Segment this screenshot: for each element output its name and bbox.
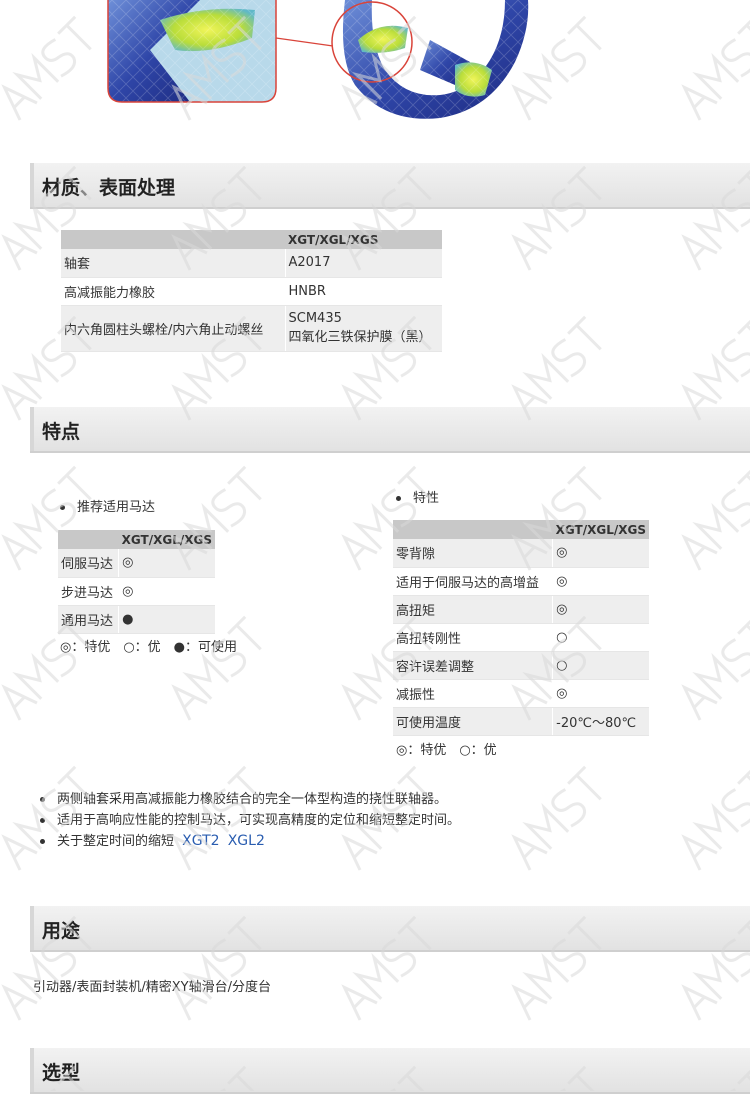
table-row: 轴套 A2017 [61, 249, 442, 278]
materials-table: XGT/XGL/XGS 轴套 A2017 高减振能力橡胶 HNBR 内六角圆柱头… [61, 230, 442, 352]
table-cell: 伺服马达 [58, 549, 120, 578]
bullet-properties: 特性 [396, 487, 439, 506]
table-cell: ◎ [552, 567, 649, 596]
table-row: 适用于伺服马达的高增益 ◎ [393, 567, 649, 596]
table-cell: SCM435 四氧化三铁保护膜（黑） [285, 305, 442, 352]
table-cell: ◎ [118, 549, 215, 578]
feature-bullet: 两侧轴套采用高减振能力橡胶结合的完全一体型构造的挠性联轴器。 [40, 788, 447, 807]
bullet-icon [60, 505, 65, 510]
table-header-cell: XGT/XGL/XGS [118, 530, 215, 549]
table-header-cell [58, 530, 119, 549]
coupling-ring [331, 0, 529, 119]
property-legend: ◎：特优 ○：优 [396, 743, 497, 758]
table-cell: A2017 [285, 249, 442, 278]
table-row: 高减振能力橡胶 HNBR [61, 277, 442, 306]
table-header-cell [393, 520, 553, 539]
table-cell: 高减振能力橡胶 [61, 277, 286, 306]
table-row: 高扭转刚性 ○ [393, 623, 649, 652]
table-cell: ○ [552, 623, 649, 652]
table-cell: 通用马达 [58, 605, 120, 634]
applications-text: 引动器/表面封装机/精密XY轴滑台/分度台 [33, 980, 271, 995]
table-cell: 高扭矩 [393, 595, 554, 624]
table-cell: 高扭转刚性 [393, 623, 554, 652]
table-row: 内六角圆柱头螺栓/内六角止动螺丝 SCM435 四氧化三铁保护膜（黑） [61, 305, 442, 352]
bullet-icon [396, 496, 401, 501]
table-header-cell [61, 230, 285, 249]
table-cell: 容许误差调整 [393, 651, 554, 680]
table-row: 零背隙 ◎ [393, 539, 649, 568]
link-xgt2[interactable]: XGT2 [182, 833, 219, 849]
table-row: 高扭矩 ◎ [393, 595, 649, 624]
table-cell-line: 四氧化三铁保护膜（黑） [288, 330, 432, 345]
bullet-recommended-motors: 推荐适用马达 [60, 496, 155, 515]
section-title: 特点 [42, 421, 81, 443]
table-cell: ◎ [552, 595, 649, 624]
table-cell: 步进马达 [58, 577, 120, 606]
section-title: 材质、表面处理 [42, 177, 176, 199]
bullet-text: 推荐适用马达 [77, 500, 156, 515]
link-xgl2[interactable]: XGL2 [228, 833, 265, 849]
table-cell: 可使用温度 [393, 707, 554, 736]
table-cell: 轴套 [61, 249, 286, 278]
table-row: 步进马达 ◎ [58, 577, 215, 606]
bullet-text: 关于整定时间的缩短 [57, 834, 175, 849]
bullet-text: 特性 [413, 491, 440, 506]
bullet-text: 适用于高响应性能的控制马达，可实现高精度的定位和缩短整定时间。 [57, 813, 461, 828]
table-cell-line: SCM435 [288, 311, 342, 326]
feature-bullet: 关于整定时间的缩短 XGT2 XGL2 [40, 830, 265, 849]
table-cell: ◎ [552, 679, 649, 708]
bullet-text: 两侧轴套采用高减振能力橡胶结合的完全一体型构造的挠性联轴器。 [57, 792, 448, 807]
table-cell: 内六角圆柱头螺栓/内六角止动螺丝 [61, 305, 286, 352]
motor-legend: ◎：特优 ○：优 ●：可使用 [60, 640, 238, 655]
feature-bullet: 适用于高响应性能的控制马达，可实现高精度的定位和缩短整定时间。 [40, 809, 460, 828]
fea-illustration [107, 0, 529, 119]
table-cell: ◎ [118, 577, 215, 606]
table-cell: ● [118, 605, 215, 634]
table-header-cell: XGT/XGL/XGS [552, 520, 649, 539]
section-header-features: 特点 [30, 407, 750, 453]
bullet-icon [40, 839, 45, 844]
table-cell: 零背隙 [393, 539, 554, 568]
table-row: 容许误差调整 ○ [393, 651, 649, 680]
motor-table: XGT/XGL/XGS 伺服马达 ◎ 步进马达 ◎ 通用马达 ● [58, 530, 215, 634]
section-title: 选型 [42, 1062, 81, 1084]
table-row: 减振性 ◎ [393, 679, 649, 708]
section-header-applications: 用途 [30, 906, 750, 952]
table-header-cell: XGT/XGL/XGS [285, 230, 442, 249]
table-cell: 减振性 [393, 679, 554, 708]
table-row: 通用马达 ● [58, 605, 215, 634]
bullet-icon [40, 818, 45, 823]
table-cell: HNBR [285, 277, 442, 306]
table-cell: -20℃～80℃ [552, 707, 649, 736]
table-row: 可使用温度 -20℃～80℃ [393, 707, 649, 736]
zoom-detail-box [107, 0, 277, 103]
table-cell: ○ [552, 651, 649, 680]
table-row: 伺服马达 ◎ [58, 549, 215, 578]
table-cell: ◎ [552, 539, 649, 568]
property-table: XGT/XGL/XGS 零背隙 ◎ 适用于伺服马达的高增益 ◎ 高扭矩 ◎ 高扭… [393, 520, 649, 736]
section-header-selection: 选型 [30, 1048, 750, 1094]
bullet-icon [40, 797, 45, 802]
section-header-materials: 材质、表面处理 [30, 163, 750, 209]
section-title: 用途 [42, 920, 81, 942]
table-cell: 适用于伺服马达的高增益 [393, 567, 554, 596]
